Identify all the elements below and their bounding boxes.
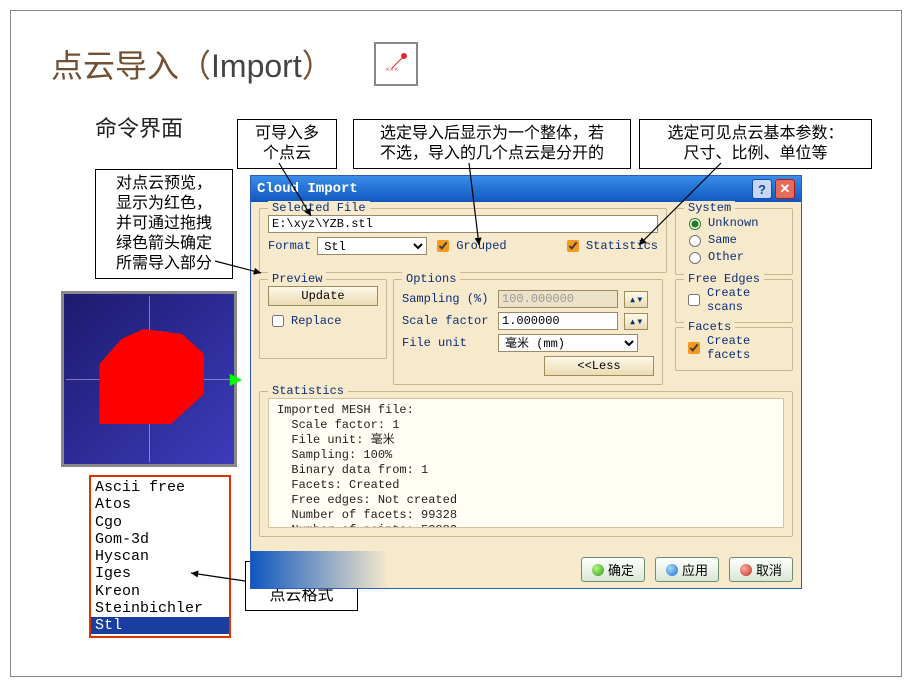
list-item[interactable]: Steinbichler (95, 600, 225, 617)
create-scans-checkbox[interactable]: Create scans (684, 286, 784, 314)
radio-other[interactable]: Other (684, 249, 784, 264)
dialog-title: Cloud Import (257, 181, 358, 197)
statistics-text: Imported MESH file: Scale factor: 1 File… (268, 398, 784, 528)
apply-button[interactable]: 应用 (655, 557, 719, 582)
group-preview: Preview (268, 272, 326, 286)
apply-icon (666, 564, 678, 576)
slide: 点云导入（Import） ××× 命令界面 可导入多个点云 选定导入后显示为一个… (10, 10, 902, 677)
dialog-cloud-import: Cloud Import ? ✕ Selected File Format St… (250, 175, 802, 589)
group-selected-file: Selected File (268, 201, 370, 215)
page-title: 点云导入（Import） ××× (51, 41, 418, 87)
preview-thumbnail: ▶ (61, 291, 237, 467)
create-facets-checkbox[interactable]: Create facets (684, 334, 784, 362)
radio-same[interactable]: Same (684, 232, 784, 247)
group-statistics: Statistics (268, 384, 348, 398)
callout-multi: 可导入多个点云 (237, 119, 337, 169)
format-label: Format (268, 239, 311, 253)
scale-spinner[interactable]: ▴▾ (624, 313, 648, 330)
radio-unknown[interactable]: Unknown (684, 215, 784, 230)
selected-file-input[interactable] (268, 215, 658, 233)
title-cn: 点云导入 (51, 48, 179, 84)
list-item-selected[interactable]: Stl (91, 617, 229, 634)
statistics-checkbox[interactable]: Statistics (563, 237, 658, 255)
format-combo[interactable]: Stl (317, 237, 427, 255)
list-item[interactable]: Kreon (95, 583, 225, 600)
import-icon: ××× (374, 42, 418, 86)
less-button[interactable]: <<Less (544, 356, 654, 376)
sampling-label: Sampling (%) (402, 292, 492, 306)
ok-icon (592, 564, 604, 576)
unit-combo[interactable]: 毫米 (mm) (498, 334, 638, 352)
help-button[interactable]: ? (752, 179, 772, 199)
scale-input[interactable] (498, 312, 618, 330)
svg-text:×××: ××× (385, 65, 399, 74)
drag-arrow-icon: ▶ (230, 369, 242, 389)
group-free-edges: Free Edges (684, 272, 764, 286)
sampling-spinner[interactable]: ▴▾ (624, 291, 648, 308)
list-item[interactable]: Atos (95, 496, 225, 513)
dialog-button-strip: 确定 应用 取消 (251, 551, 801, 588)
format-list[interactable]: Ascii free Atos Cgo Gom-3d Hyscan Iges K… (89, 475, 231, 638)
ok-button[interactable]: 确定 (581, 557, 645, 582)
list-item[interactable]: Gom-3d (95, 531, 225, 548)
group-options: Options (402, 272, 460, 286)
list-item[interactable]: Hyscan (95, 548, 225, 565)
group-facets: Facets (684, 320, 735, 334)
close-button[interactable]: ✕ (775, 179, 795, 199)
dialog-titlebar[interactable]: Cloud Import ? ✕ (251, 176, 801, 202)
callout-preview: 对点云预览，显示为红色，并可通过拖拽绿色箭头确定所需导入部分 (95, 169, 233, 279)
unit-label: File unit (402, 336, 492, 350)
grouped-checkbox[interactable]: Grouped (433, 237, 506, 255)
callout-grouped: 选定导入后显示为一个整体，若不选，导入的几个点云是分开的 (353, 119, 631, 169)
list-item[interactable]: Cgo (95, 514, 225, 531)
list-item[interactable]: Iges (95, 565, 225, 582)
cancel-icon (740, 564, 752, 576)
title-en: Import (211, 48, 302, 84)
update-button[interactable]: Update (268, 286, 378, 306)
subtitle: 命令界面 (95, 111, 183, 143)
scale-label: Scale factor (402, 314, 492, 328)
callout-stats: 选定可见点云基本参数：尺寸、比例、单位等 (639, 119, 872, 169)
list-item[interactable]: Ascii free (95, 479, 225, 496)
sampling-input (498, 290, 618, 308)
cancel-button[interactable]: 取消 (729, 557, 793, 582)
group-system: System (684, 201, 735, 215)
replace-checkbox[interactable]: Replace (268, 312, 341, 330)
